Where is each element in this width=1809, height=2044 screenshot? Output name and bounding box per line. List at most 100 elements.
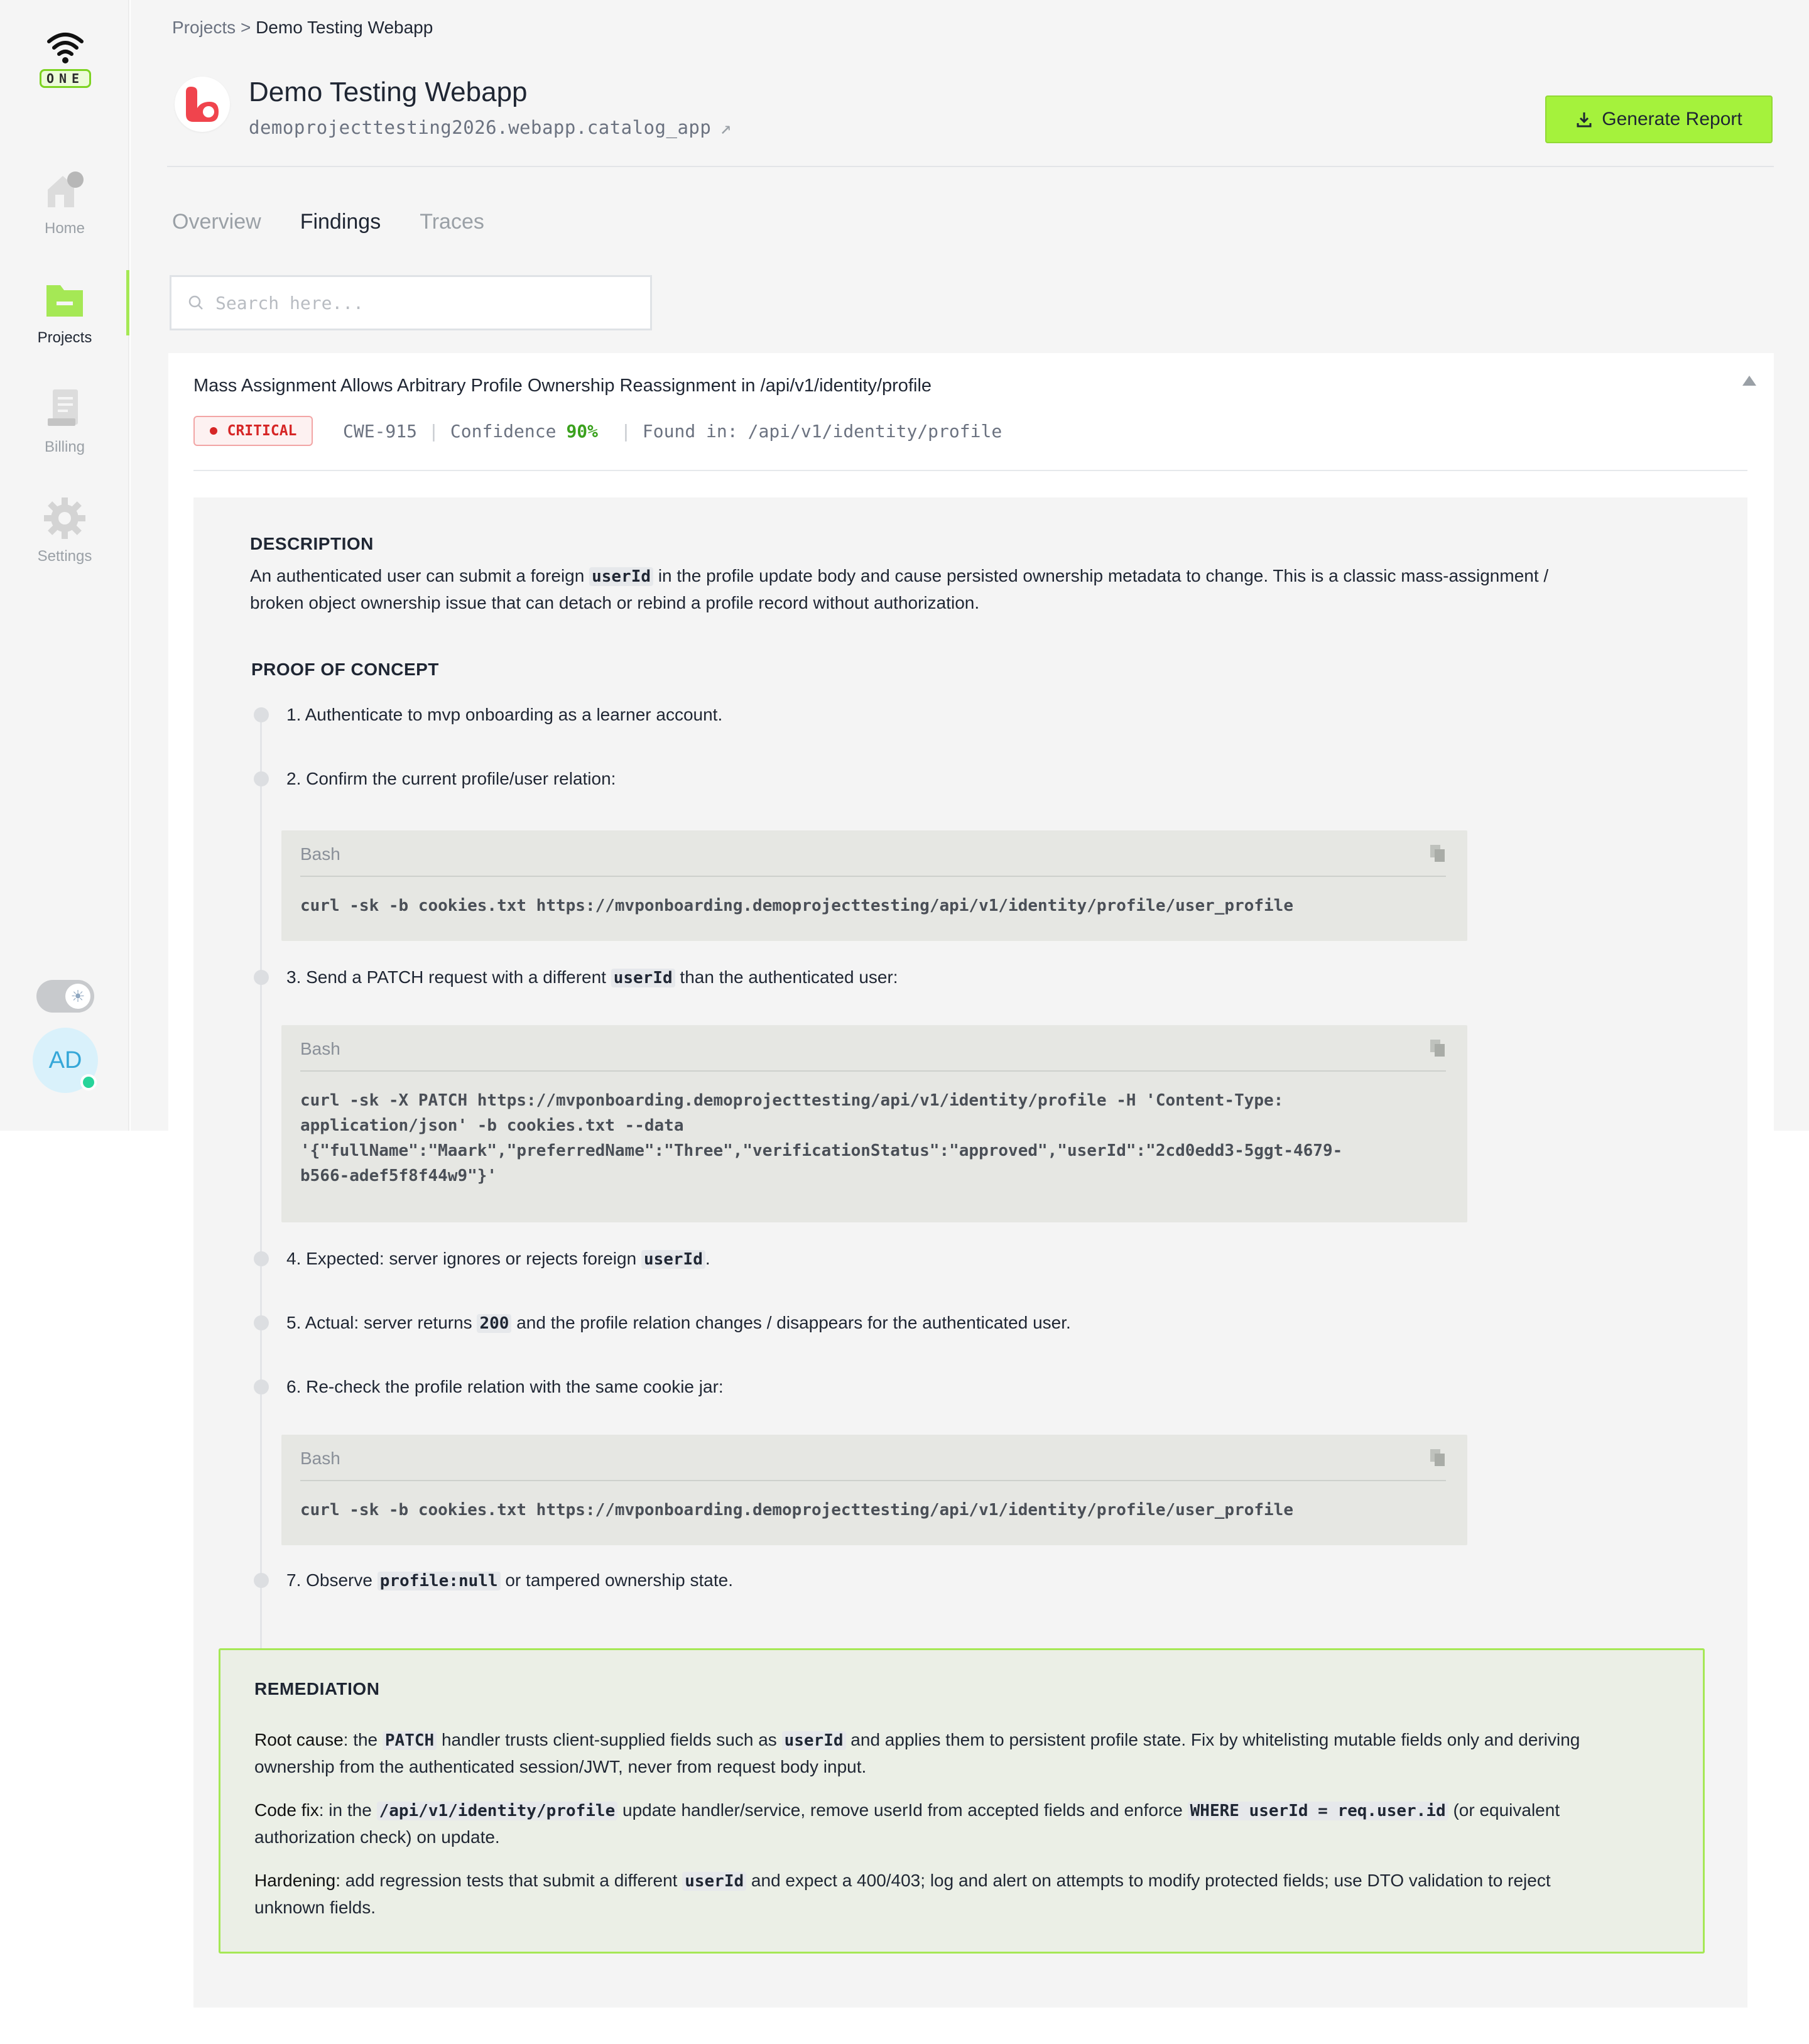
remediation-heading: REMEDIATION xyxy=(254,1679,380,1699)
online-status-dot xyxy=(80,1074,97,1090)
breadcrumb-current: Demo Testing Webapp xyxy=(256,18,433,37)
step-dot xyxy=(254,1573,269,1588)
copy-icon[interactable] xyxy=(1430,1449,1446,1467)
poc-step: 4. Expected: server ignores or rejects f… xyxy=(286,1249,710,1269)
inline-code: WHERE userId = req.user.id xyxy=(1187,1802,1448,1820)
sidebar-item-settings[interactable]: Settings xyxy=(0,496,129,565)
project-logo-icon xyxy=(186,87,219,122)
inline-code: profile:null xyxy=(377,1572,501,1590)
code-content: curl -sk -X PATCH https://mvponboarding.… xyxy=(300,1091,1343,1185)
step-dot xyxy=(254,707,269,722)
copy-icon[interactable] xyxy=(1430,1039,1446,1058)
poc-step: 5. Actual: server returns 200 and the pr… xyxy=(286,1313,1071,1333)
gear-icon xyxy=(43,496,87,540)
poc-step: 6. Re-check the profile relation with th… xyxy=(286,1377,724,1396)
code-language: Bash xyxy=(300,844,340,864)
finding-details: DESCRIPTION An authenticated user can su… xyxy=(193,497,1747,2008)
breadcrumb: Projects > Demo Testing Webapp xyxy=(172,18,433,38)
code-language: Bash xyxy=(300,1039,340,1058)
step-dot xyxy=(254,1315,269,1330)
confidence-value: 90% xyxy=(566,420,599,442)
logo-badge: ONE xyxy=(39,69,92,88)
sidebar-item-projects[interactable]: Projects xyxy=(0,278,129,347)
sidebar-item-label: Settings xyxy=(37,548,92,565)
poc-step: 1. Authenticate to mvp onboarding as a l… xyxy=(286,705,723,724)
code-header-divider xyxy=(300,1480,1446,1481)
app-logo[interactable]: ONE xyxy=(38,30,93,88)
breadcrumb-root[interactable]: Projects xyxy=(172,18,236,37)
tab-bar: Overview Findings Traces xyxy=(172,210,484,234)
code-content: curl -sk -b cookies.txt https://mvponboa… xyxy=(300,896,1293,915)
breadcrumb-separator: > xyxy=(240,18,251,37)
code-block: Bash curl -sk -X PATCH https://mvponboar… xyxy=(281,1025,1467,1222)
project-identifier: demoprojecttesting2026.webapp.catalog_ap… xyxy=(249,117,712,138)
meta-divider: | xyxy=(621,420,631,442)
avatar-initials: AD xyxy=(48,1047,82,1074)
copy-icon[interactable] xyxy=(1430,844,1446,863)
sidebar-item-label: Billing xyxy=(44,438,85,455)
inline-code: userId xyxy=(611,969,675,987)
remediation-panel: REMEDIATION Root cause: the PATCH handle… xyxy=(219,1648,1705,1954)
folder-icon xyxy=(43,278,87,322)
found-in-value: /api/v1/identity/profile xyxy=(747,420,1002,442)
poc-step: 7. Observe profile:null or tampered owne… xyxy=(286,1570,733,1590)
severity-dot-icon xyxy=(209,427,217,435)
sidebar-item-label: Home xyxy=(44,220,85,237)
wifi-logo-icon xyxy=(47,33,84,63)
active-nav-indicator xyxy=(126,270,129,335)
project-title: Demo Testing Webapp xyxy=(249,77,528,107)
sidebar: ONE Home Projects Billing Settings ☀ AD xyxy=(0,0,129,1131)
code-language: Bash xyxy=(300,1449,340,1468)
remediation-code-fix: Code fix: in the /api/v1/identity/profil… xyxy=(254,1800,1560,1847)
code-header-divider xyxy=(300,876,1446,877)
tab-overview[interactable]: Overview xyxy=(172,210,261,234)
sun-icon: ☀ xyxy=(65,984,90,1009)
avatar[interactable]: AD xyxy=(33,1028,98,1093)
header-divider xyxy=(167,166,1774,167)
search-icon xyxy=(188,295,203,310)
finding-card: Mass Assignment Allows Arbitrary Profile… xyxy=(168,353,1774,2044)
inline-code: userId xyxy=(641,1250,705,1269)
download-icon xyxy=(1577,112,1592,128)
generate-report-button[interactable]: Generate Report xyxy=(1545,95,1773,143)
inline-code: userId xyxy=(781,1731,846,1750)
inline-code: 200 xyxy=(477,1314,512,1333)
code-block: Bash curl -sk -b cookies.txt https://mvp… xyxy=(281,1435,1467,1545)
inline-code: PATCH xyxy=(382,1731,437,1750)
description-heading: DESCRIPTION xyxy=(250,534,374,553)
collapse-caret-icon[interactable] xyxy=(1742,376,1756,386)
search-box xyxy=(170,275,652,330)
home-icon xyxy=(43,168,87,212)
card-divider xyxy=(193,470,1747,471)
search-input[interactable] xyxy=(215,292,643,313)
description-text: An authenticated user can submit a forei… xyxy=(250,566,1549,612)
severity-label: CRITICAL xyxy=(227,423,297,439)
poc-heading: PROOF OF CONCEPT xyxy=(251,660,439,679)
code-content: curl -sk -b cookies.txt https://mvponboa… xyxy=(300,1501,1293,1519)
theme-toggle[interactable]: ☀ xyxy=(36,980,94,1013)
inline-code: /api/v1/identity/profile xyxy=(376,1802,618,1820)
finding-meta: CRITICAL CWE-915 | Confidence 90% | Foun… xyxy=(193,416,1002,446)
generate-report-label: Generate Report xyxy=(1602,109,1742,129)
poc-step: 2. Confirm the current profile/user rela… xyxy=(286,769,616,788)
code-header-divider xyxy=(300,1070,1446,1072)
project-logo xyxy=(175,77,230,132)
step-dot xyxy=(254,1251,269,1266)
step-dot xyxy=(254,1379,269,1394)
remediation-root-cause: Root cause: the PATCH handler trusts cli… xyxy=(254,1730,1580,1776)
sidebar-item-billing[interactable]: Billing xyxy=(0,387,129,456)
severity-badge: CRITICAL xyxy=(193,416,313,446)
confidence-label: Confidence xyxy=(450,420,557,442)
billing-icon xyxy=(43,387,87,431)
tab-findings[interactable]: Findings xyxy=(300,210,381,234)
step-dot xyxy=(254,970,269,985)
external-link-icon[interactable]: ↗ xyxy=(720,117,732,139)
sidebar-item-home[interactable]: Home xyxy=(0,168,129,237)
finding-title[interactable]: Mass Assignment Allows Arbitrary Profile… xyxy=(193,376,932,396)
inline-code: userId xyxy=(589,567,654,586)
inline-code: userId xyxy=(682,1872,747,1891)
code-block: Bash curl -sk -b cookies.txt https://mvp… xyxy=(281,830,1467,941)
tab-traces[interactable]: Traces xyxy=(420,210,484,234)
cwe-id: CWE-915 xyxy=(343,420,418,442)
found-in-label: Found in: xyxy=(642,420,738,442)
